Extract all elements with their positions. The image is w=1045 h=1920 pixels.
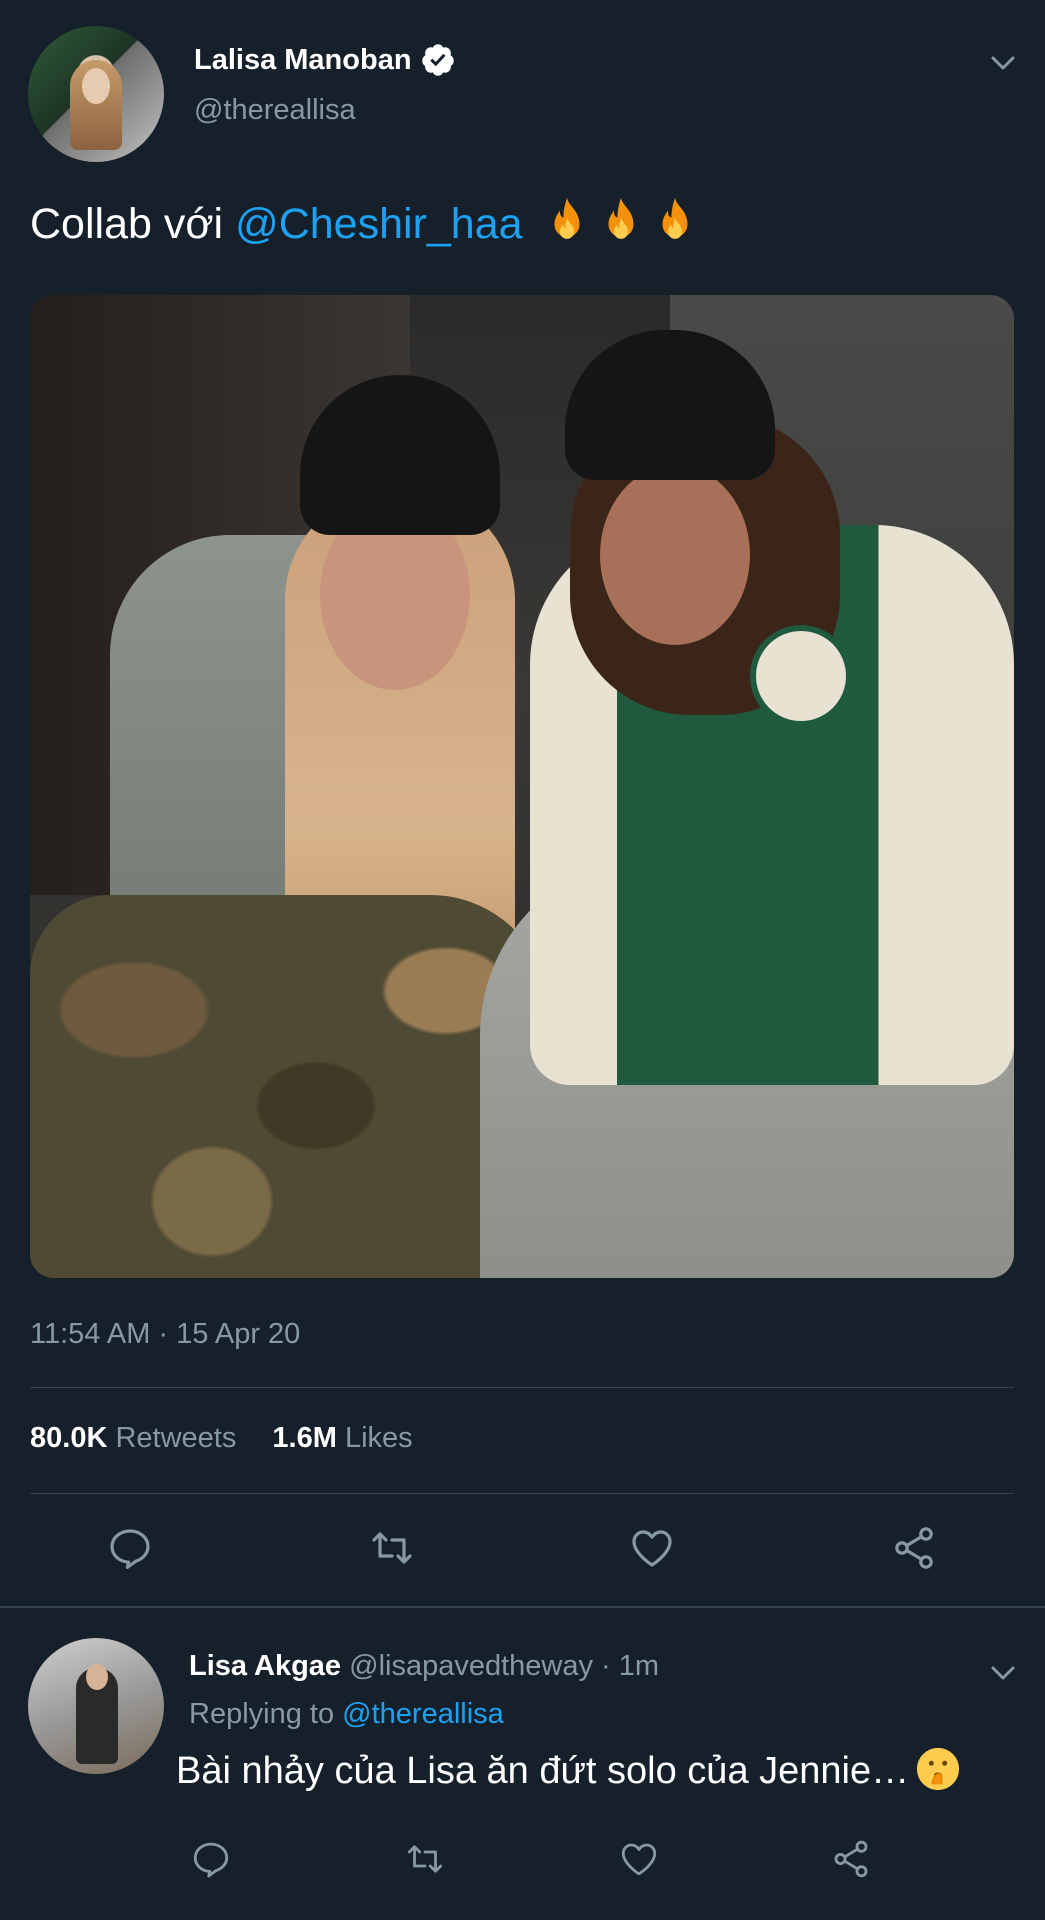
like-icon[interactable] — [628, 1524, 676, 1572]
mention-link[interactable]: @Cheshir_haa — [235, 200, 522, 248]
likes-label[interactable]: Likes — [345, 1422, 413, 1454]
tweet-text-body: Collab với — [30, 200, 224, 248]
reply-tweet[interactable]: Lisa Akgae @lisapavedtheway · 1m Replyin… — [0, 1608, 1045, 1920]
reply-display-name[interactable]: Lisa Akgae — [189, 1650, 341, 1682]
author-handle[interactable]: @thereallisa — [194, 94, 356, 127]
retweets-count[interactable]: 80.0K — [30, 1422, 107, 1454]
like-icon[interactable] — [618, 1838, 660, 1880]
replying-to: Replying to @thereallisa — [189, 1698, 504, 1731]
avatar[interactable] — [28, 1638, 164, 1774]
likes-count[interactable]: 1.6M — [272, 1422, 336, 1454]
tweet-photo[interactable] — [30, 295, 1014, 1278]
tweet-timestamp: 11:54 AM · 15 Apr 20 — [30, 1318, 301, 1350]
tweet-text: Collab với @Cheshir_haa — [30, 196, 697, 250]
retweet-icon[interactable] — [404, 1838, 446, 1880]
reply-time: 1m — [618, 1650, 660, 1682]
author-name-row: Lalisa Manoban — [194, 42, 456, 78]
reply-text-body: Bài nhảy của Lisa ăn đứt solo của Jennie… — [176, 1750, 910, 1792]
reply-icon[interactable] — [106, 1524, 154, 1572]
reply-handle[interactable]: @lisapavedtheway — [349, 1650, 593, 1682]
main-tweet: Lalisa Manoban @thereallisa Collab với @… — [0, 0, 1045, 1606]
reply-text: Bài nhảy của Lisa ăn đứt solo của Jennie… — [176, 1746, 961, 1793]
share-icon[interactable] — [890, 1524, 938, 1572]
replying-to-label: Replying to — [189, 1698, 335, 1730]
retweet-icon[interactable] — [368, 1524, 416, 1572]
replying-to-link[interactable]: @thereallisa — [342, 1698, 504, 1730]
fire-icon — [662, 197, 687, 239]
share-icon[interactable] — [830, 1838, 872, 1880]
avatar[interactable] — [28, 26, 164, 162]
display-name[interactable]: Lalisa Manoban — [194, 44, 412, 77]
fire-icon — [608, 197, 633, 239]
retweets-label[interactable]: Retweets — [115, 1422, 236, 1454]
divider — [30, 1493, 1014, 1494]
tweet-stats: 80.0K Retweets 1.6M Likes — [30, 1422, 441, 1455]
fire-icon — [554, 197, 579, 239]
shushing-face-icon — [917, 1747, 960, 1791]
divider — [30, 1387, 1014, 1388]
chevron-down-icon[interactable] — [988, 1658, 1018, 1688]
chevron-down-icon[interactable] — [988, 48, 1018, 78]
verified-badge-icon — [421, 44, 454, 76]
reply-icon[interactable] — [190, 1838, 232, 1880]
reply-header: Lisa Akgae @lisapavedtheway · 1m — [189, 1650, 659, 1683]
reply-separator: · — [601, 1650, 611, 1682]
